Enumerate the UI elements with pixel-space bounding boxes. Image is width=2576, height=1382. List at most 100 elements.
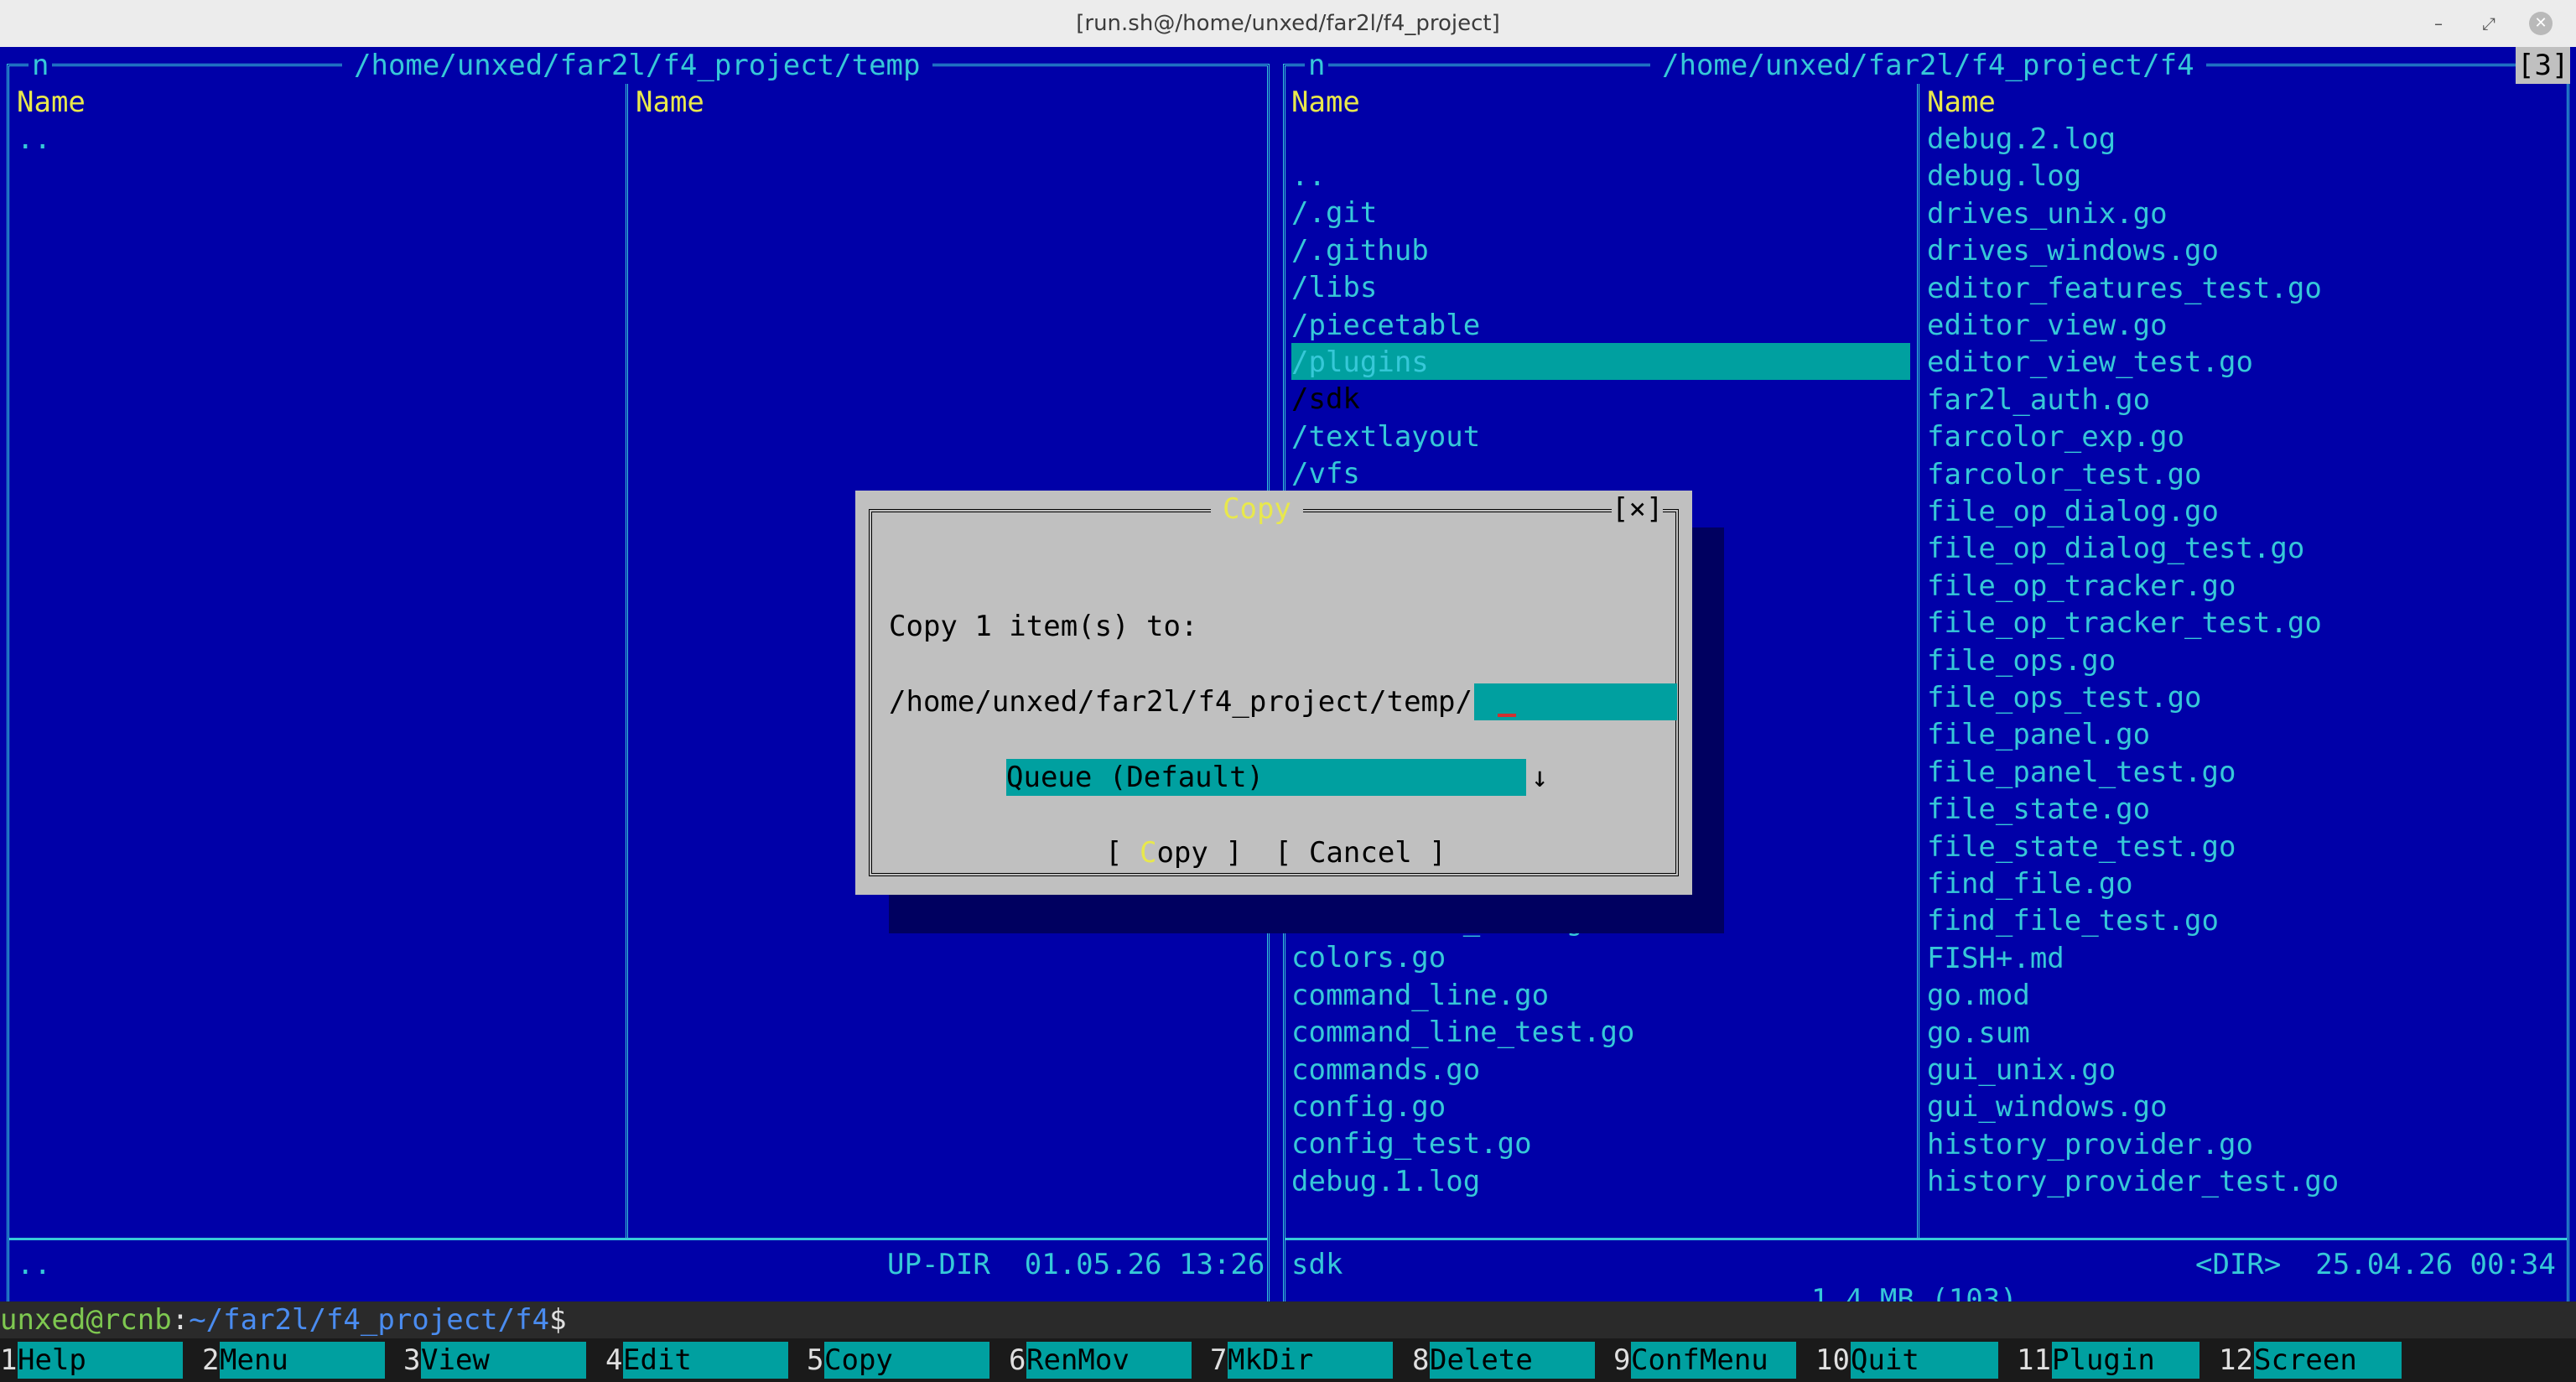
file-list-item[interactable]: far2l_auth.go xyxy=(1927,382,2150,418)
file-list-item[interactable]: go.sum xyxy=(1927,1015,2030,1052)
file-list-item[interactable]: history_provider.go xyxy=(1927,1126,2253,1163)
left-panel-column-divider xyxy=(626,81,628,1238)
file-list-item[interactable]: gui_unix.go xyxy=(1927,1052,2116,1088)
file-list-item[interactable]: debug.1.log xyxy=(1291,1163,1480,1200)
right-panel-column-divider xyxy=(1917,81,1919,1238)
file-list-item[interactable]: commands.go xyxy=(1291,1052,1480,1088)
file-list-item[interactable]: go.mod xyxy=(1927,977,2030,1014)
file-list-item[interactable]: /textlayout xyxy=(1291,418,1480,455)
file-list-item[interactable]: file_panel_test.go xyxy=(1927,754,2236,791)
file-list-item[interactable]: editor_view_test.go xyxy=(1927,344,2253,381)
fkey-label: Help xyxy=(18,1342,183,1379)
right-panel-col1-header: Name xyxy=(1291,86,1360,119)
file-list-item[interactable]: file_op_tracker_test.go xyxy=(1927,605,2322,642)
copy-button-hotkey: C xyxy=(1139,836,1157,870)
fkey-label: RenMov xyxy=(1026,1342,1192,1379)
file-list-item[interactable]: editor_view.go xyxy=(1927,307,2168,344)
minimize-icon[interactable]: – xyxy=(2427,12,2450,35)
fkey-quit[interactable]: 10 Quit xyxy=(1815,1342,2000,1379)
prompt-symbol: $ xyxy=(549,1303,567,1337)
fkey-view[interactable]: 3 View xyxy=(403,1342,588,1379)
fkey-copy[interactable]: 5 Copy xyxy=(807,1342,991,1379)
file-list-item[interactable]: drives_windows.go xyxy=(1927,232,2219,269)
file-list-item[interactable]: gui_windows.go xyxy=(1927,1088,2168,1125)
file-list-item[interactable]: find_file.go xyxy=(1927,865,2133,902)
file-list-item[interactable]: .. xyxy=(1291,158,1326,195)
file-list-item[interactable]: file_panel.go xyxy=(1927,716,2150,753)
copy-button-open: [ xyxy=(1105,836,1140,870)
fkey-number: 3 xyxy=(403,1343,421,1377)
fkey-label: Menu xyxy=(220,1342,385,1379)
file-list-item[interactable]: colors.go xyxy=(1291,939,1446,976)
fkey-mkdir[interactable]: 7 MkDir xyxy=(1210,1342,1394,1379)
copy-button-label: opy ] xyxy=(1156,836,1243,870)
fkey-number: 11 xyxy=(2017,1343,2051,1377)
command-line[interactable]: unxed@rcnb:~/far2l/f4_project/f4$ xyxy=(0,1301,2576,1338)
cancel-button[interactable]: [ Cancel ] xyxy=(1275,834,1446,871)
file-list-item[interactable]: /plugins xyxy=(1291,344,1429,381)
fkey-menu[interactable]: 2 Menu xyxy=(202,1342,387,1379)
fkey-help[interactable]: 1 Help xyxy=(0,1342,184,1379)
file-list-item[interactable]: debug.log xyxy=(1927,158,2081,195)
dialog-close-button[interactable]: [×] xyxy=(1612,491,1664,527)
copy-button[interactable]: [ Copy ] xyxy=(1105,834,1243,871)
file-list-item[interactable]: debug.2.log xyxy=(1927,121,2116,158)
fkey-confmenu[interactable]: 9 ConfMenu xyxy=(1613,1342,1798,1379)
file-list-item[interactable]: config.go xyxy=(1291,1088,1446,1125)
file-list-item[interactable]: file_ops.go xyxy=(1927,642,2116,679)
fkey-delete[interactable]: 8 Delete xyxy=(1412,1342,1597,1379)
queue-select[interactable]: Queue (Default) xyxy=(1006,759,1526,796)
fkey-number: 8 xyxy=(1412,1343,1430,1377)
dialog-prompt: Copy 1 item(s) to: xyxy=(889,610,1198,643)
file-list-item[interactable]: find_file_test.go xyxy=(1927,902,2219,939)
chevron-down-icon[interactable]: ↓ xyxy=(1531,759,1548,796)
right-panel-status-name: sdk xyxy=(1291,1248,1343,1281)
file-list-item[interactable]: file_state_test.go xyxy=(1927,829,2236,865)
file-list-item[interactable]: farcolor_test.go xyxy=(1927,456,2202,493)
file-list-item[interactable]: file_op_dialog.go xyxy=(1927,493,2219,530)
left-panel-sort-indicator[interactable]: n xyxy=(29,47,53,84)
destination-value: /home/unxed/far2l/f4_project/temp/ xyxy=(889,683,1474,720)
destination-input[interactable]: /home/unxed/far2l/f4_project/temp/ xyxy=(889,683,1677,720)
file-list-item[interactable]: file_op_tracker.go xyxy=(1927,568,2236,605)
right-panel-col2-header: Name xyxy=(1927,86,1996,119)
fkey-number: 7 xyxy=(1210,1343,1228,1377)
fkey-edit[interactable]: 4 Edit xyxy=(605,1342,790,1379)
file-list-item[interactable]: /.git xyxy=(1291,195,1377,231)
left-panel-path[interactable]: /home/unxed/far2l/f4_project/temp xyxy=(342,47,932,84)
file-list-item[interactable]: /vfs xyxy=(1291,455,1360,492)
file-list-item[interactable]: command_line.go xyxy=(1291,977,1549,1014)
selected-file-item[interactable]: /sdk xyxy=(1291,381,1360,418)
fkey-plugin[interactable]: 11 Plugin xyxy=(2017,1342,2201,1379)
copy-dialog: Copy [×] Copy 1 item(s) to: /home/unxed/… xyxy=(855,491,1692,895)
close-icon[interactable]: ✕ xyxy=(2529,12,2553,35)
fkey-label: Delete xyxy=(1430,1342,1595,1379)
right-panel-sort-indicator[interactable]: n xyxy=(1305,47,1329,84)
maximize-icon[interactable]: ⤢ xyxy=(2477,12,2501,35)
file-list-item[interactable]: FISH+.md xyxy=(1927,940,2064,977)
file-list-item[interactable]: farcolor_exp.go xyxy=(1927,418,2184,455)
file-list-item[interactable]: history_provider_test.go xyxy=(1927,1163,2339,1200)
fkey-screen[interactable]: 12 Screen xyxy=(2219,1342,2403,1379)
file-list-item[interactable]: editor_features_test.go xyxy=(1927,270,2322,307)
left-panel-status-info: UP-DIR 01.05.26 13:26 xyxy=(887,1248,1265,1281)
fkey-number: 9 xyxy=(1613,1343,1631,1377)
left-panel-updir[interactable]: .. xyxy=(17,121,51,158)
file-list-item[interactable]: /.github xyxy=(1291,232,1429,269)
fkey-number: 2 xyxy=(202,1343,220,1377)
file-list-item[interactable]: /piecetable xyxy=(1291,307,1480,344)
right-panel-path[interactable]: /home/unxed/far2l/f4_project/f4 xyxy=(1650,47,2206,84)
fkey-renmov[interactable]: 6 RenMov xyxy=(1009,1342,1193,1379)
fkey-label: ConfMenu xyxy=(1631,1342,1796,1379)
fkey-label: Copy xyxy=(824,1342,989,1379)
file-list-item[interactable]: file_state.go xyxy=(1927,791,2150,828)
file-list-item[interactable]: /libs xyxy=(1291,269,1377,306)
dialog-title: Copy xyxy=(1211,491,1303,527)
fkey-label: Screen xyxy=(2254,1342,2402,1379)
fkey-label: View xyxy=(421,1342,586,1379)
file-list-item[interactable]: command_line_test.go xyxy=(1291,1014,1634,1051)
file-list-item[interactable]: drives_unix.go xyxy=(1927,195,2168,232)
file-list-item[interactable]: file_op_dialog_test.go xyxy=(1927,530,2304,567)
file-list-item[interactable]: config_test.go xyxy=(1291,1125,1532,1162)
file-list-item[interactable]: file_ops_test.go xyxy=(1927,679,2202,716)
